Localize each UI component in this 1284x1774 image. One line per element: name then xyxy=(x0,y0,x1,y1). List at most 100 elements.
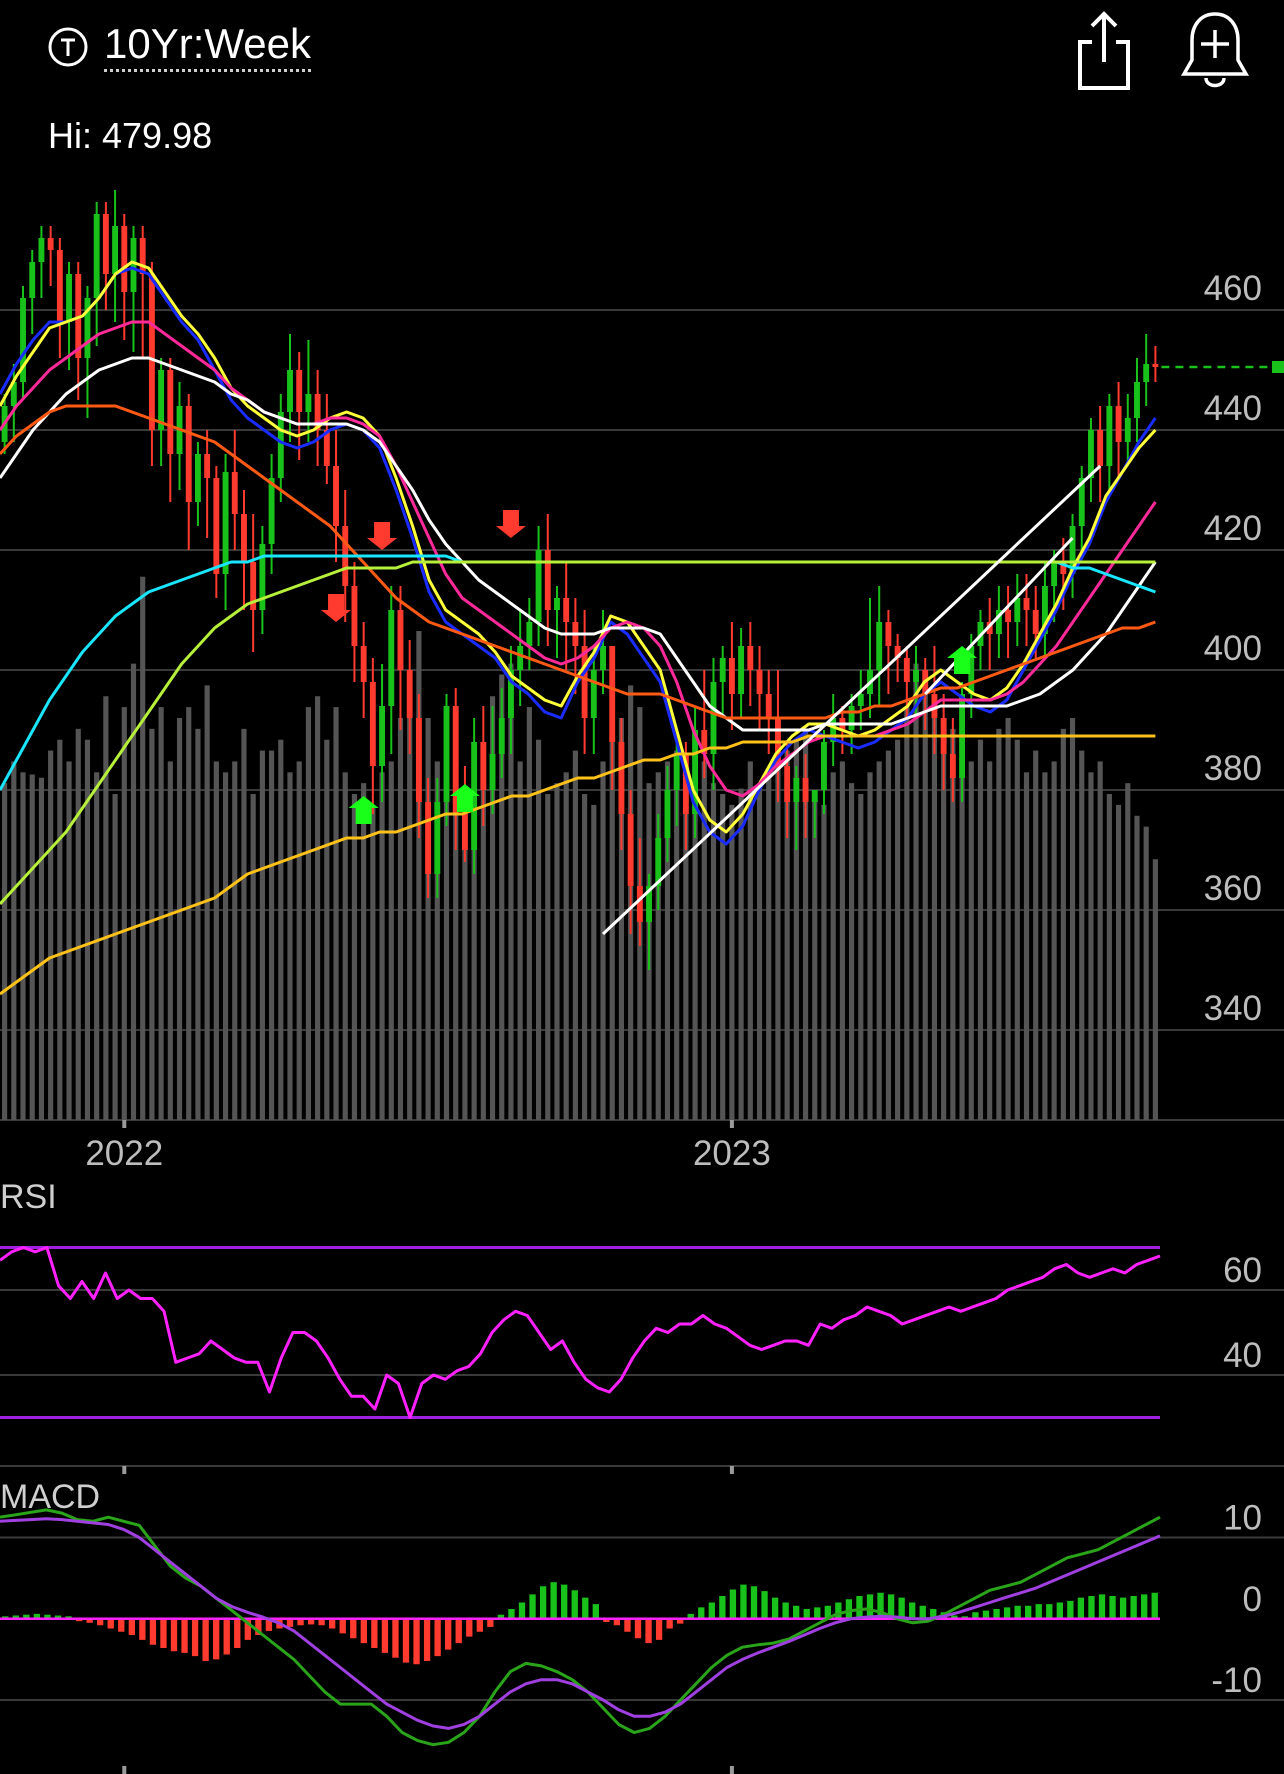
macd-histogram-bar xyxy=(329,1618,336,1629)
candle-body xyxy=(379,706,386,766)
volume-bar xyxy=(232,761,238,1120)
macd-histogram-bar xyxy=(909,1602,916,1619)
candle-body xyxy=(388,610,395,706)
price-tick-label: 420 xyxy=(1204,509,1262,548)
volume-bar xyxy=(149,728,155,1120)
price-tick-label: 360 xyxy=(1204,869,1262,908)
candle-body xyxy=(903,658,910,682)
candle-body xyxy=(47,238,54,250)
volume-bar xyxy=(195,728,201,1120)
macd-histogram-bar xyxy=(539,1586,547,1619)
volume-bar xyxy=(867,772,873,1120)
candle-body xyxy=(664,790,671,838)
volume-bar xyxy=(103,696,109,1120)
macd-histogram-bar xyxy=(1035,1604,1042,1619)
macd-histogram-bar xyxy=(803,1609,810,1619)
volume-bar xyxy=(895,739,901,1120)
price-tick-label: 340 xyxy=(1204,989,1262,1028)
volume-bar xyxy=(1115,804,1122,1120)
macd-histogram-bar xyxy=(571,1590,578,1619)
macd-histogram-bar xyxy=(371,1618,378,1648)
macd-histogram-bar xyxy=(845,1599,853,1619)
candle-body xyxy=(222,472,229,574)
volume-bar xyxy=(830,772,836,1120)
macd-histogram-bar xyxy=(793,1605,800,1619)
volume-bar xyxy=(1060,728,1066,1120)
volume-bar xyxy=(140,576,146,1120)
volume-bar xyxy=(241,728,247,1120)
candle-body xyxy=(765,694,772,718)
macd-histogram-bar xyxy=(350,1618,357,1639)
volume-bar xyxy=(1033,750,1039,1120)
macd-histogram-bar xyxy=(223,1618,230,1655)
candle-body xyxy=(793,778,800,802)
x-axis-label: 2023 xyxy=(693,1134,771,1173)
candle-body xyxy=(194,454,201,502)
macd-histogram-bar xyxy=(919,1605,926,1619)
macd-histogram-bar xyxy=(339,1618,346,1634)
macd-histogram-bar xyxy=(1109,1596,1116,1619)
volume-bar xyxy=(324,739,330,1120)
macd-histogram-bar xyxy=(1141,1594,1148,1619)
candle-body xyxy=(425,802,432,874)
candle-body xyxy=(185,406,192,502)
volume-bar xyxy=(2,783,8,1120)
macd-histogram-bar xyxy=(877,1592,884,1619)
macd-histogram-bar xyxy=(771,1597,779,1619)
candle-body xyxy=(673,754,680,790)
volume-bar xyxy=(1134,815,1140,1120)
volume-bar xyxy=(1152,859,1158,1120)
volume-bar xyxy=(535,739,542,1120)
candle-body xyxy=(461,814,468,850)
volume-bar xyxy=(176,717,183,1120)
candle-body xyxy=(489,754,496,790)
volume-bar xyxy=(1079,750,1085,1120)
volume-bar xyxy=(858,794,864,1120)
macd-histogram-bar xyxy=(1119,1597,1127,1619)
candle-body xyxy=(121,226,128,292)
candle-body xyxy=(102,214,109,274)
macd-histogram-bar xyxy=(160,1618,167,1648)
macd-histogram-bar xyxy=(149,1618,157,1645)
macd-histogram-bar xyxy=(1077,1597,1085,1619)
volume-bar xyxy=(370,804,376,1120)
macd-histogram-bar xyxy=(866,1594,874,1619)
volume-bar xyxy=(186,707,192,1120)
volume-bar xyxy=(361,783,367,1120)
rsi-tick-label: 40 xyxy=(1223,1336,1262,1375)
candle-body xyxy=(627,814,634,886)
candle-body xyxy=(885,622,892,646)
volume-bar xyxy=(738,788,744,1120)
macd-histogram-bar xyxy=(582,1597,589,1619)
macd-histogram-bar xyxy=(761,1591,768,1619)
macd-histogram-bar xyxy=(835,1602,842,1619)
stock-chart[interactable]: 4604404204003803603402022 2023RSI6040MACD… xyxy=(0,0,1284,1774)
macd-histogram-bar xyxy=(1056,1602,1063,1619)
volume-bar xyxy=(554,783,560,1120)
candle-body xyxy=(1134,382,1140,418)
candle-body xyxy=(913,670,919,682)
volume-bar xyxy=(775,761,781,1120)
volume-bar xyxy=(305,707,311,1120)
candle-body xyxy=(333,466,339,526)
candle-body xyxy=(1124,418,1131,442)
macd-histogram-bar xyxy=(645,1618,652,1644)
volume-bar xyxy=(600,761,606,1120)
volume-bar xyxy=(315,696,321,1120)
volume-bar xyxy=(766,772,772,1120)
candle-body xyxy=(112,226,119,274)
candle-body xyxy=(821,742,827,790)
macd-histogram-bar xyxy=(698,1607,705,1619)
macd-histogram-bar xyxy=(455,1618,462,1644)
macd-histogram-bar xyxy=(434,1618,441,1657)
macd-histogram-bar xyxy=(476,1618,483,1632)
candle-body xyxy=(747,646,754,670)
volume-bar xyxy=(1088,772,1094,1120)
volume-bar xyxy=(75,728,81,1120)
last-price-marker xyxy=(1272,361,1284,373)
candle-body xyxy=(618,742,625,814)
volume-bar xyxy=(812,794,818,1120)
volume-bar xyxy=(278,739,284,1120)
volume-bar xyxy=(517,761,523,1120)
candle-body xyxy=(93,214,100,298)
